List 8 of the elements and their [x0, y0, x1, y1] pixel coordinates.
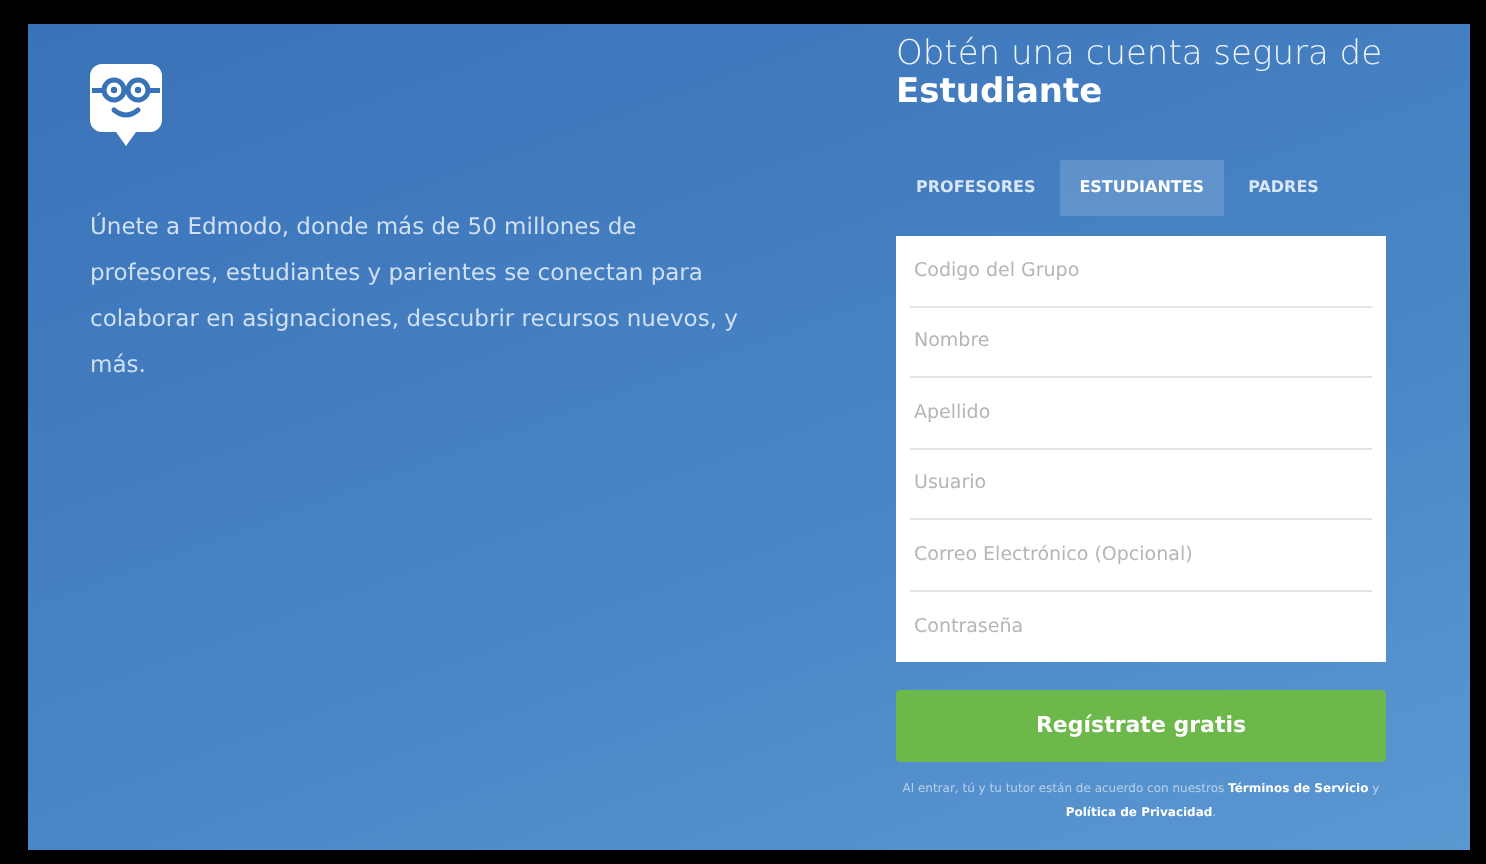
- heading-role: Estudiante: [896, 74, 1105, 112]
- role-tab[interactable]: PADRES: [1228, 160, 1339, 216]
- role-tab[interactable]: PROFESORES: [896, 160, 1056, 216]
- logo-icon: [90, 60, 162, 148]
- role-tab[interactable]: ESTUDIANTES: [1059, 160, 1225, 216]
- intro-paragraph: Únete a Edmodo, donde más de 50 millones de profesores, estudiantes y parientes se conectan para colaborar en asignaciones, descubrir recursos nuevos, y más.: [90, 210, 740, 382]
- register-button[interactable]: Regístrate gratis: [896, 690, 1386, 762]
- heading: Obtén una cuenta segura de: [896, 36, 1385, 74]
